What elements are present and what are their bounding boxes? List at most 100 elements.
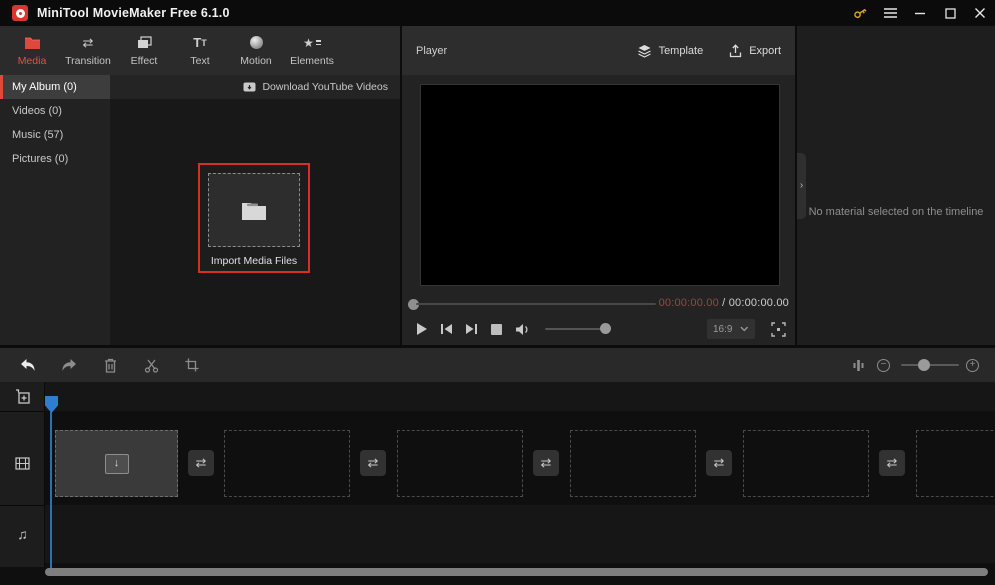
download-youtube-link[interactable]: Download YouTube Videos bbox=[262, 81, 388, 93]
track-height-icon bbox=[852, 359, 865, 372]
template-button[interactable]: Template bbox=[637, 44, 704, 58]
import-media-files-button[interactable] bbox=[208, 173, 300, 247]
sidebar-item-pictures[interactable]: Pictures (0) bbox=[0, 147, 110, 171]
chevron-right-icon: › bbox=[800, 181, 803, 191]
tab-label: Elements bbox=[290, 55, 334, 67]
play-button[interactable] bbox=[412, 319, 432, 339]
add-track-icon[interactable] bbox=[0, 388, 45, 404]
next-frame-button[interactable] bbox=[461, 319, 481, 339]
crop-icon bbox=[185, 358, 199, 372]
empty-selection-message: No material selected on the timeline bbox=[797, 206, 995, 218]
previous-frame-button[interactable] bbox=[436, 319, 456, 339]
tab-motion[interactable]: Motion bbox=[228, 26, 284, 75]
zoom-slider-thumb[interactable] bbox=[918, 359, 930, 371]
tab-media[interactable]: Media bbox=[4, 26, 60, 75]
import-media-highlight: Import Media Files bbox=[198, 163, 310, 273]
player-panel: Player Template Export bbox=[402, 26, 795, 345]
track-header-gutter: ♫ bbox=[0, 382, 45, 567]
window-controls bbox=[845, 0, 995, 26]
motion-sphere-icon bbox=[250, 35, 263, 51]
volume-slider-thumb[interactable] bbox=[600, 323, 611, 334]
redo-icon bbox=[61, 358, 77, 372]
audio-track-lane[interactable] bbox=[45, 505, 995, 563]
property-panel: › No material selected on the timeline bbox=[797, 26, 995, 345]
media-sidebar: My Album (0) Videos (0) Music (57) Pictu… bbox=[0, 75, 110, 345]
export-icon bbox=[729, 44, 742, 58]
timeline-clip-placeholder[interactable] bbox=[743, 430, 869, 497]
timecode-display: 00:00:00.00 / 00:00:00.00 bbox=[659, 297, 789, 309]
effect-squares-icon bbox=[137, 35, 152, 51]
transition-slot-button[interactable]: ⇄ bbox=[360, 450, 386, 476]
title-bar: MiniTool MovieMaker Free 6.1.0 bbox=[0, 0, 995, 26]
youtube-download-icon bbox=[243, 82, 256, 92]
split-button[interactable] bbox=[140, 354, 162, 376]
import-media-files-label: Import Media Files bbox=[211, 255, 297, 267]
timeline-clip-placeholder[interactable] bbox=[397, 430, 523, 497]
previous-frame-icon bbox=[440, 323, 453, 335]
aspect-ratio-value: 16:9 bbox=[713, 324, 732, 335]
track-height-button[interactable] bbox=[847, 354, 869, 376]
volume-icon bbox=[515, 323, 530, 336]
minimize-icon[interactable] bbox=[905, 0, 935, 26]
tab-text[interactable]: TT Text bbox=[172, 26, 228, 75]
transition-slot-button[interactable]: ⇄ bbox=[533, 450, 559, 476]
audio-track-icon[interactable]: ♫ bbox=[0, 526, 45, 542]
time-divider: / bbox=[719, 297, 729, 309]
folder-icon bbox=[241, 200, 267, 220]
close-icon[interactable] bbox=[965, 0, 995, 26]
play-icon bbox=[416, 322, 428, 336]
clip-download-icon: ↓ bbox=[105, 454, 129, 474]
maximize-icon[interactable] bbox=[935, 0, 965, 26]
sidebar-item-videos[interactable]: Videos (0) bbox=[0, 99, 110, 123]
timeline-clip-placeholder[interactable] bbox=[570, 430, 696, 497]
total-time: 00:00:00.00 bbox=[729, 297, 789, 309]
video-track-icon[interactable] bbox=[0, 455, 45, 471]
zoom-out-button[interactable]: − bbox=[877, 359, 890, 372]
zoom-in-button[interactable]: + bbox=[966, 359, 979, 372]
aspect-ratio-select[interactable]: 16:9 bbox=[707, 319, 755, 339]
tab-label: Effect bbox=[131, 55, 158, 67]
sidebar-item-music[interactable]: Music (57) bbox=[0, 123, 110, 147]
chevron-down-icon bbox=[740, 326, 749, 332]
window-title: MiniTool MovieMaker Free 6.1.0 bbox=[37, 6, 230, 20]
tab-label: Transition bbox=[65, 55, 111, 67]
menu-icon[interactable] bbox=[875, 0, 905, 26]
transition-slot-button[interactable]: ⇄ bbox=[706, 450, 732, 476]
tab-transition[interactable]: ⇄ Transition bbox=[60, 26, 116, 75]
playhead-line bbox=[50, 412, 52, 568]
timeline-zoom-controls: − + bbox=[835, 348, 995, 382]
register-key-icon[interactable] bbox=[845, 0, 875, 26]
template-label: Template bbox=[659, 45, 704, 57]
stop-button[interactable] bbox=[486, 319, 506, 339]
fullscreen-button[interactable] bbox=[768, 319, 788, 339]
transition-slot-button[interactable]: ⇄ bbox=[879, 450, 905, 476]
zoom-slider[interactable] bbox=[901, 364, 959, 366]
trash-icon bbox=[104, 358, 117, 373]
export-label: Export bbox=[749, 45, 781, 57]
sidebar-item-my-album[interactable]: My Album (0) bbox=[0, 75, 110, 99]
tab-label: Motion bbox=[240, 55, 272, 67]
volume-button[interactable] bbox=[512, 319, 532, 339]
export-button[interactable]: Export bbox=[729, 44, 781, 58]
crop-button[interactable] bbox=[181, 354, 203, 376]
seek-slider[interactable] bbox=[416, 303, 656, 305]
app-window: MiniTool MovieMaker Free 6.1.0 bbox=[0, 0, 995, 585]
delete-button[interactable] bbox=[99, 354, 121, 376]
redo-button[interactable] bbox=[58, 354, 80, 376]
text-tt-icon: TT bbox=[193, 35, 206, 51]
transition-arrows-icon: ⇄ bbox=[83, 35, 94, 51]
tab-effect[interactable]: Effect bbox=[116, 26, 172, 75]
timeline-clip-placeholder[interactable]: ↓ bbox=[55, 430, 178, 497]
template-layers-icon bbox=[637, 44, 652, 58]
scissors-icon bbox=[144, 358, 159, 373]
transition-slot-button[interactable]: ⇄ bbox=[188, 450, 214, 476]
undo-button[interactable] bbox=[17, 354, 39, 376]
tab-elements[interactable]: ★ Elements bbox=[284, 26, 340, 75]
horizontal-scrollbar[interactable] bbox=[45, 568, 988, 576]
tab-label: Media bbox=[18, 55, 47, 67]
timeline-clip-placeholder[interactable] bbox=[916, 430, 995, 497]
timeline-toolbar: − + bbox=[0, 348, 995, 382]
timeline-ruler[interactable] bbox=[0, 382, 995, 411]
timeline-clip-placeholder[interactable] bbox=[224, 430, 350, 497]
stop-icon bbox=[491, 324, 502, 335]
